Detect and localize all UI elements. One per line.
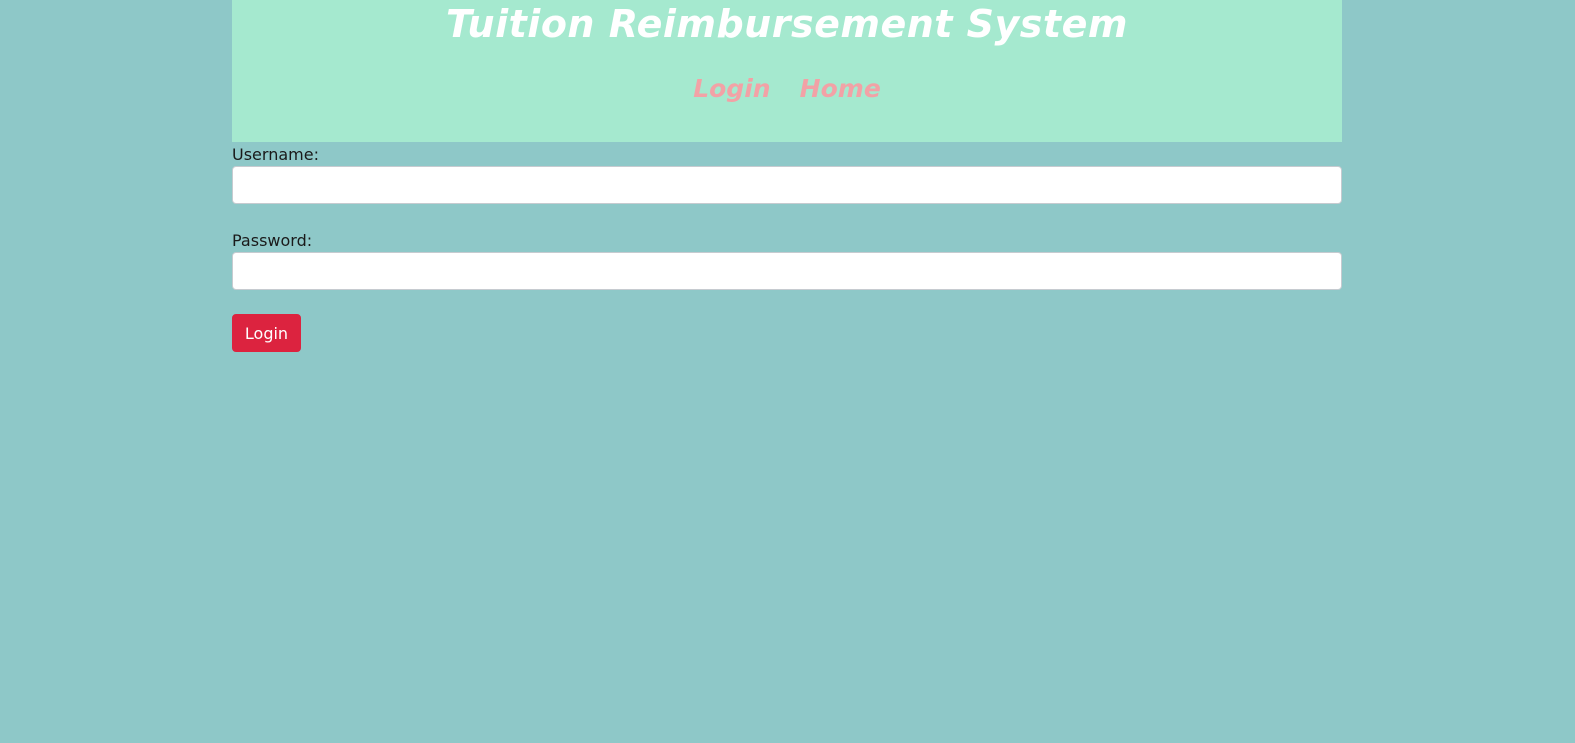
nav-link-login[interactable]: Login	[693, 74, 770, 103]
nav-link-home[interactable]: Home	[800, 74, 881, 103]
site-header: Tuition Reimbursement System Login Home	[232, 0, 1342, 142]
password-label: Password:	[232, 231, 313, 250]
main-nav: Login Home	[232, 74, 1342, 103]
login-button[interactable]: Login	[232, 314, 301, 352]
password-input[interactable]	[232, 252, 1342, 290]
username-input[interactable]	[232, 166, 1342, 204]
page-container: Tuition Reimbursement System Login Home …	[232, 0, 1342, 352]
username-label: Username:	[232, 145, 319, 164]
site-title: Tuition Reimbursement System	[446, 2, 1128, 46]
